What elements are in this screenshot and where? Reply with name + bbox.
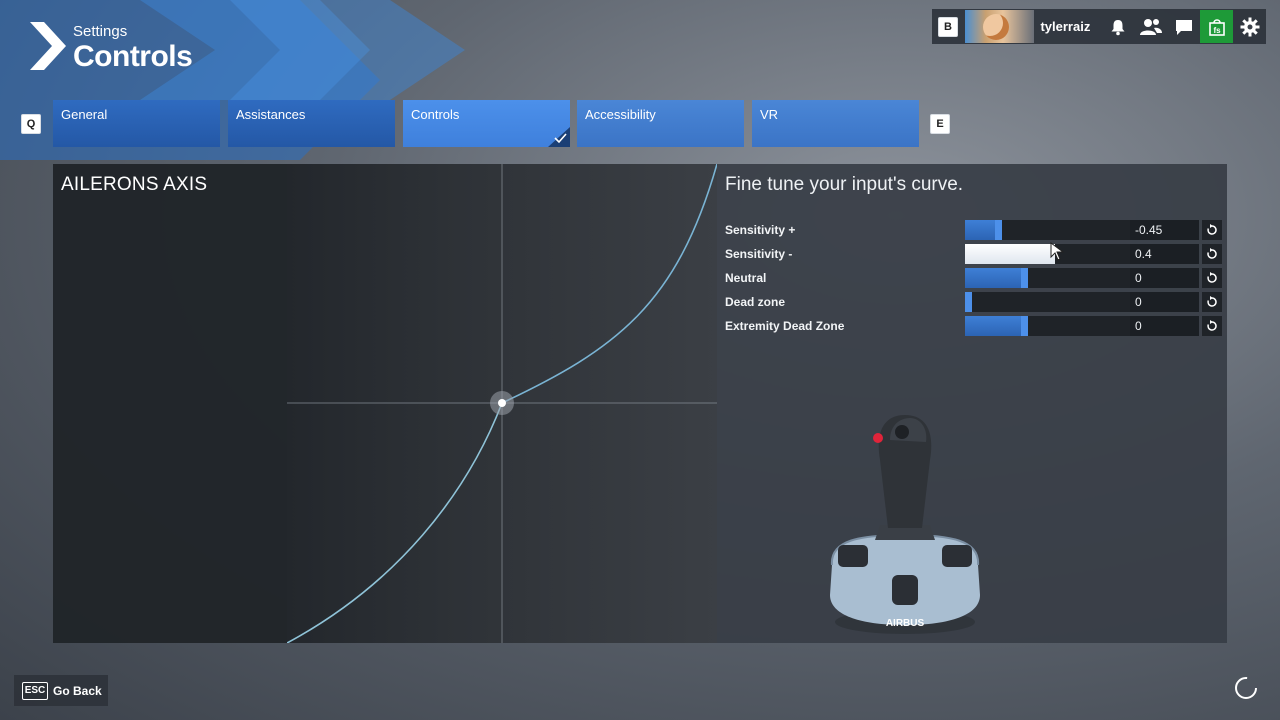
key-q-hint[interactable]: Q bbox=[21, 114, 41, 134]
setting-label: Extremity Dead Zone bbox=[725, 319, 845, 333]
panel-title: Fine tune your input's curve. bbox=[725, 174, 964, 195]
go-back-label: Go Back bbox=[53, 683, 102, 698]
gear-icon[interactable] bbox=[1233, 10, 1266, 43]
slider-value: 0 bbox=[1135, 319, 1142, 333]
extremity-dead-zone-slider[interactable]: 0 bbox=[965, 316, 1199, 336]
svg-text:fs: fs bbox=[1213, 26, 1221, 35]
tab-label: Controls bbox=[411, 107, 460, 122]
setting-label: Dead zone bbox=[725, 295, 786, 309]
marketplace-icon[interactable]: fs bbox=[1200, 10, 1234, 43]
slider-knob[interactable] bbox=[1021, 268, 1028, 288]
slider-fill bbox=[965, 268, 1024, 288]
curve-upper bbox=[501, 163, 718, 404]
settings-list: Sensitivity + -0.45 Sensitivity - 0.4 Ne… bbox=[725, 220, 1225, 340]
tab-controls[interactable]: Controls bbox=[403, 100, 570, 147]
sensitivity-plus-slider[interactable]: -0.45 bbox=[965, 220, 1199, 240]
settings-chevron-icon bbox=[30, 22, 66, 70]
setting-row-dead-zone: Dead zone 0 bbox=[725, 292, 1225, 316]
sensitivity-minus-slider[interactable]: 0.4 bbox=[965, 244, 1199, 264]
setting-label: Neutral bbox=[725, 271, 767, 285]
bell-icon[interactable] bbox=[1102, 10, 1135, 43]
slider-value: 0.4 bbox=[1135, 247, 1152, 261]
profile-bar: B tylerraiz fs bbox=[932, 9, 1266, 44]
curve-lower bbox=[286, 402, 503, 644]
reset-icon bbox=[1207, 272, 1217, 283]
setting-row-sensitivity-plus: Sensitivity + -0.45 bbox=[725, 220, 1225, 244]
slider-knob[interactable] bbox=[965, 292, 972, 312]
slider-knob[interactable] bbox=[995, 220, 1002, 240]
device-brand: AIRBUS bbox=[886, 618, 925, 629]
slider-value: 0 bbox=[1135, 271, 1142, 285]
reset-icon bbox=[1207, 224, 1217, 235]
curve-svg bbox=[286, 163, 718, 644]
reset-icon bbox=[1207, 320, 1217, 331]
loading-spinner-icon bbox=[1235, 677, 1257, 699]
tab-label: Accessibility bbox=[585, 107, 656, 122]
reset-button[interactable] bbox=[1202, 268, 1222, 288]
reset-button[interactable] bbox=[1202, 244, 1222, 264]
tab-general[interactable]: General bbox=[53, 100, 220, 147]
dead-zone-slider[interactable]: 0 bbox=[965, 292, 1199, 312]
slider-value: -0.45 bbox=[1135, 223, 1163, 237]
avatar[interactable] bbox=[964, 10, 1035, 43]
checkmark-icon bbox=[548, 127, 570, 147]
mouse-cursor-icon bbox=[1050, 242, 1065, 261]
tab-label: VR bbox=[760, 107, 779, 122]
neutral-point bbox=[498, 399, 506, 407]
tab-label: General bbox=[61, 107, 108, 122]
axis-panel: AILERONS AXIS bbox=[53, 164, 287, 643]
reset-icon bbox=[1207, 296, 1217, 307]
chat-icon[interactable] bbox=[1168, 10, 1201, 43]
setting-label: Sensitivity + bbox=[725, 223, 796, 237]
slider-fill bbox=[965, 220, 998, 240]
reset-button[interactable] bbox=[1202, 292, 1222, 312]
setting-label: Sensitivity - bbox=[725, 247, 793, 261]
setting-row-extremity-dead-zone: Extremity Dead Zone 0 bbox=[725, 316, 1225, 340]
friends-icon[interactable] bbox=[1135, 10, 1168, 43]
slider-fill bbox=[965, 316, 1024, 336]
page-title: Controls bbox=[73, 40, 193, 73]
neutral-slider[interactable]: 0 bbox=[965, 268, 1199, 288]
key-e-hint[interactable]: E bbox=[930, 114, 950, 134]
setting-row-neutral: Neutral 0 bbox=[725, 268, 1225, 292]
slider-value: 0 bbox=[1135, 295, 1142, 309]
joystick-image: AIRBUS bbox=[830, 415, 980, 634]
curve-graph bbox=[286, 163, 718, 644]
reset-button[interactable] bbox=[1202, 316, 1222, 336]
tab-label: Assistances bbox=[236, 107, 306, 122]
go-back-button[interactable]: ESC Go Back bbox=[14, 675, 108, 706]
axis-title: AILERONS AXIS bbox=[61, 174, 208, 195]
slider-knob[interactable] bbox=[1021, 316, 1028, 336]
tab-accessibility[interactable]: Accessibility bbox=[577, 100, 744, 147]
reset-icon bbox=[1207, 248, 1217, 259]
esc-key-hint: ESC bbox=[22, 681, 48, 700]
header-subtitle: Settings bbox=[73, 23, 128, 40]
slider-fill bbox=[965, 244, 1055, 264]
tab-assistances[interactable]: Assistances bbox=[228, 100, 395, 147]
tab-vr[interactable]: VR bbox=[752, 100, 919, 147]
setting-row-sensitivity-minus: Sensitivity - 0.4 bbox=[725, 244, 1225, 268]
reset-button[interactable] bbox=[1202, 220, 1222, 240]
key-b-hint[interactable]: B bbox=[938, 16, 958, 37]
username[interactable]: tylerraiz bbox=[1040, 19, 1102, 34]
